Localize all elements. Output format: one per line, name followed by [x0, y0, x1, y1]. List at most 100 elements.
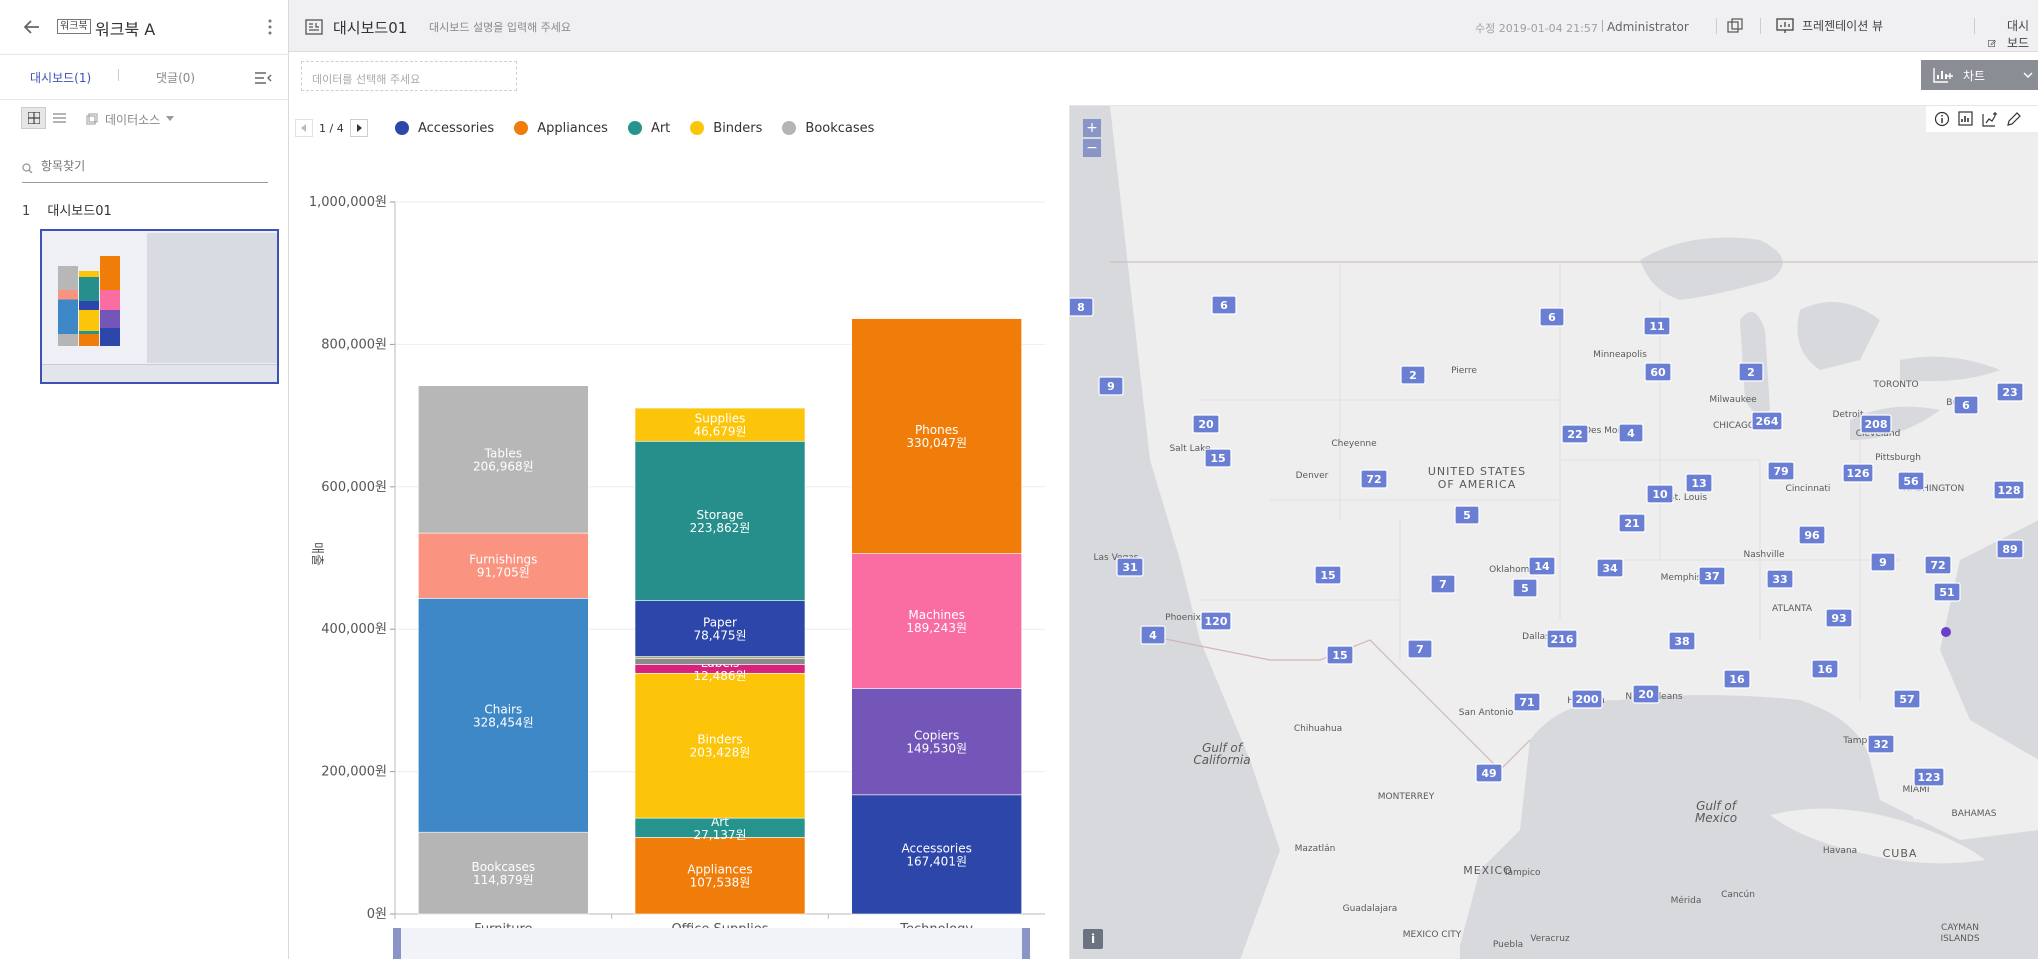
map-cluster-marker[interactable]: 120	[1200, 611, 1232, 631]
y-tick-label: 0원	[367, 907, 387, 922]
map-cluster-marker[interactable]: 96	[1798, 525, 1826, 545]
dashboard-list-item[interactable]: 1 대시보드01	[22, 200, 272, 220]
map-zoom-in-button[interactable]: +	[1083, 119, 1101, 137]
map-info-button[interactable]: i	[1083, 929, 1103, 949]
map-cluster-marker[interactable]: 79	[1767, 461, 1795, 481]
map-cluster-marker[interactable]: 13	[1685, 473, 1713, 493]
map-cluster-marker[interactable]: 8	[1070, 297, 1094, 317]
chart-type-button[interactable]: 차트	[1921, 60, 2038, 90]
map-cluster-marker[interactable]: 51	[1933, 582, 1961, 602]
map-cluster-marker[interactable]: 128	[1993, 480, 2025, 500]
search-input[interactable]	[41, 159, 261, 173]
tab-comments[interactable]: 댓글(0)	[156, 69, 195, 86]
map-cluster-marker[interactable]: 22	[1561, 424, 1589, 444]
map-cluster-marker[interactable]: 15	[1326, 645, 1354, 665]
bar-segment-name: Paper	[703, 616, 737, 630]
map-cluster-marker[interactable]: 11	[1643, 316, 1671, 336]
map-cluster-marker[interactable]: 126	[1842, 463, 1874, 483]
collapse-panel-icon[interactable]	[254, 71, 272, 85]
back-arrow-icon[interactable]	[22, 17, 42, 37]
chart-range-slider[interactable]	[393, 928, 1030, 959]
map-cluster-marker[interactable]: 6	[1953, 395, 1979, 415]
map-cluster-marker[interactable]: 10	[1646, 484, 1674, 504]
map-region-label: OF AMERICA	[1438, 478, 1517, 491]
map-cluster-marker[interactable]: 15	[1314, 565, 1342, 585]
map-cluster-marker[interactable]: 4	[1618, 423, 1644, 443]
map-cluster-marker[interactable]: 16	[1811, 659, 1839, 679]
map-cluster-marker[interactable]: 208	[1860, 414, 1892, 434]
map-cluster-marker[interactable]: 89	[1996, 539, 2024, 559]
map-cluster-marker[interactable]: 20	[1632, 684, 1660, 704]
cluster-count: 14	[1534, 560, 1550, 573]
datasource-filter[interactable]: 데이터소스	[86, 111, 175, 127]
map-cluster-marker[interactable]: 6	[1539, 307, 1565, 327]
dashboard-thumbnail[interactable]	[40, 229, 279, 384]
map-cluster-marker[interactable]: 15	[1204, 448, 1232, 468]
map-city-label: Memphis	[1661, 573, 1702, 583]
chart-settings-icon[interactable]	[1958, 111, 1974, 127]
map-cluster-marker[interactable]: 60	[1644, 362, 1672, 382]
cluster-count: 7	[1416, 643, 1424, 656]
map-cluster-marker[interactable]: 7	[1430, 574, 1456, 594]
workbook-badge: 워크북	[57, 19, 91, 34]
cluster-count: 51	[1939, 586, 1954, 599]
map-cluster-marker[interactable]: 21	[1618, 513, 1646, 533]
presentation-view-button[interactable]: 프레젠테이션 뷰	[1776, 17, 1883, 34]
map-cluster-marker[interactable]: 123	[1913, 767, 1945, 787]
map-cluster-marker[interactable]: 2	[1738, 362, 1764, 382]
map-cluster-marker[interactable]: 200	[1571, 689, 1603, 709]
map-cluster-marker[interactable]: 7	[1407, 639, 1433, 659]
cluster-count: 16	[1817, 663, 1833, 676]
map-cluster-marker[interactable]: 72	[1924, 555, 1952, 575]
map-cluster-marker[interactable]: 31	[1116, 557, 1144, 577]
map-point-marker[interactable]	[1941, 627, 1951, 637]
bar-segment-envelopes[interactable]	[634, 658, 806, 665]
bar-segment-fasteners[interactable]	[634, 656, 806, 659]
more-menu-icon[interactable]	[267, 18, 273, 36]
map-cluster-marker[interactable]: 38	[1668, 631, 1696, 651]
map-cluster-marker[interactable]: 6	[1211, 295, 1237, 315]
map-cluster-marker[interactable]: 5	[1512, 578, 1538, 598]
map-cluster-marker[interactable]: 34	[1596, 558, 1624, 578]
map-cluster-marker[interactable]: 33	[1766, 569, 1794, 589]
presentation-label: 프레젠테이션 뷰	[1802, 19, 1884, 33]
pencil-icon[interactable]	[2006, 111, 2022, 127]
add-chart-icon[interactable]	[1982, 111, 1998, 127]
list-view-button[interactable]	[47, 107, 72, 129]
map-cluster-marker[interactable]: 56	[1897, 471, 1925, 491]
map-cluster-marker[interactable]: 32	[1867, 734, 1895, 754]
map-cluster-marker[interactable]: 5	[1454, 505, 1480, 525]
data-select-input[interactable]: 데이터를 선택해 주세요	[301, 61, 517, 91]
map-cluster-marker[interactable]: 20	[1192, 414, 1220, 434]
map-cluster-marker[interactable]: 9	[1098, 376, 1124, 396]
tab-dashboard[interactable]: 대시보드(1)	[30, 69, 91, 86]
info-icon[interactable]	[1934, 111, 1950, 127]
dashboard-title[interactable]: 대시보드01	[333, 17, 407, 38]
map-cluster-marker[interactable]: 216	[1546, 629, 1578, 649]
sidebar-search[interactable]	[22, 155, 268, 183]
map-cluster-marker[interactable]: 9	[1870, 552, 1896, 572]
map-cluster-marker[interactable]: 264	[1751, 411, 1783, 431]
map-cluster-marker[interactable]: 71	[1513, 692, 1541, 712]
datasource-icon[interactable]	[1727, 18, 1743, 34]
map[interactable]: UNITED STATESOF AMERICAGulf ofCalifornia…	[1070, 106, 2038, 959]
map-cluster-marker[interactable]: 93	[1825, 608, 1853, 628]
bar-segment-value: 167,401원	[906, 854, 967, 868]
map-cluster-marker[interactable]: 4	[1140, 625, 1166, 645]
map-cluster-marker[interactable]: 37	[1698, 566, 1726, 586]
cluster-count: 128	[1998, 484, 2021, 497]
map-city-label: Cancún	[1721, 890, 1755, 900]
map-cluster-marker[interactable]: 49	[1475, 763, 1503, 783]
map-cluster-marker[interactable]: 2	[1400, 365, 1426, 385]
top-bar: 대시보드01 대시보드 설명을 입력해 주세요 수정 2019-01-04 21…	[289, 0, 2038, 67]
map-water-label: Mexico	[1695, 811, 1737, 825]
map-cluster-marker[interactable]: 14	[1528, 556, 1556, 576]
map-zoom-out-button[interactable]: −	[1083, 139, 1101, 157]
map-cluster-marker[interactable]: 23	[1996, 382, 2024, 402]
map-cluster-marker[interactable]: 57	[1893, 689, 1921, 709]
map-cluster-marker[interactable]: 72	[1360, 469, 1388, 489]
map-cluster-marker[interactable]: 16	[1723, 669, 1751, 689]
cluster-count: 93	[1831, 612, 1846, 625]
dashboard-description[interactable]: 대시보드 설명을 입력해 주세요	[429, 19, 571, 35]
grid-view-button[interactable]	[21, 107, 46, 129]
